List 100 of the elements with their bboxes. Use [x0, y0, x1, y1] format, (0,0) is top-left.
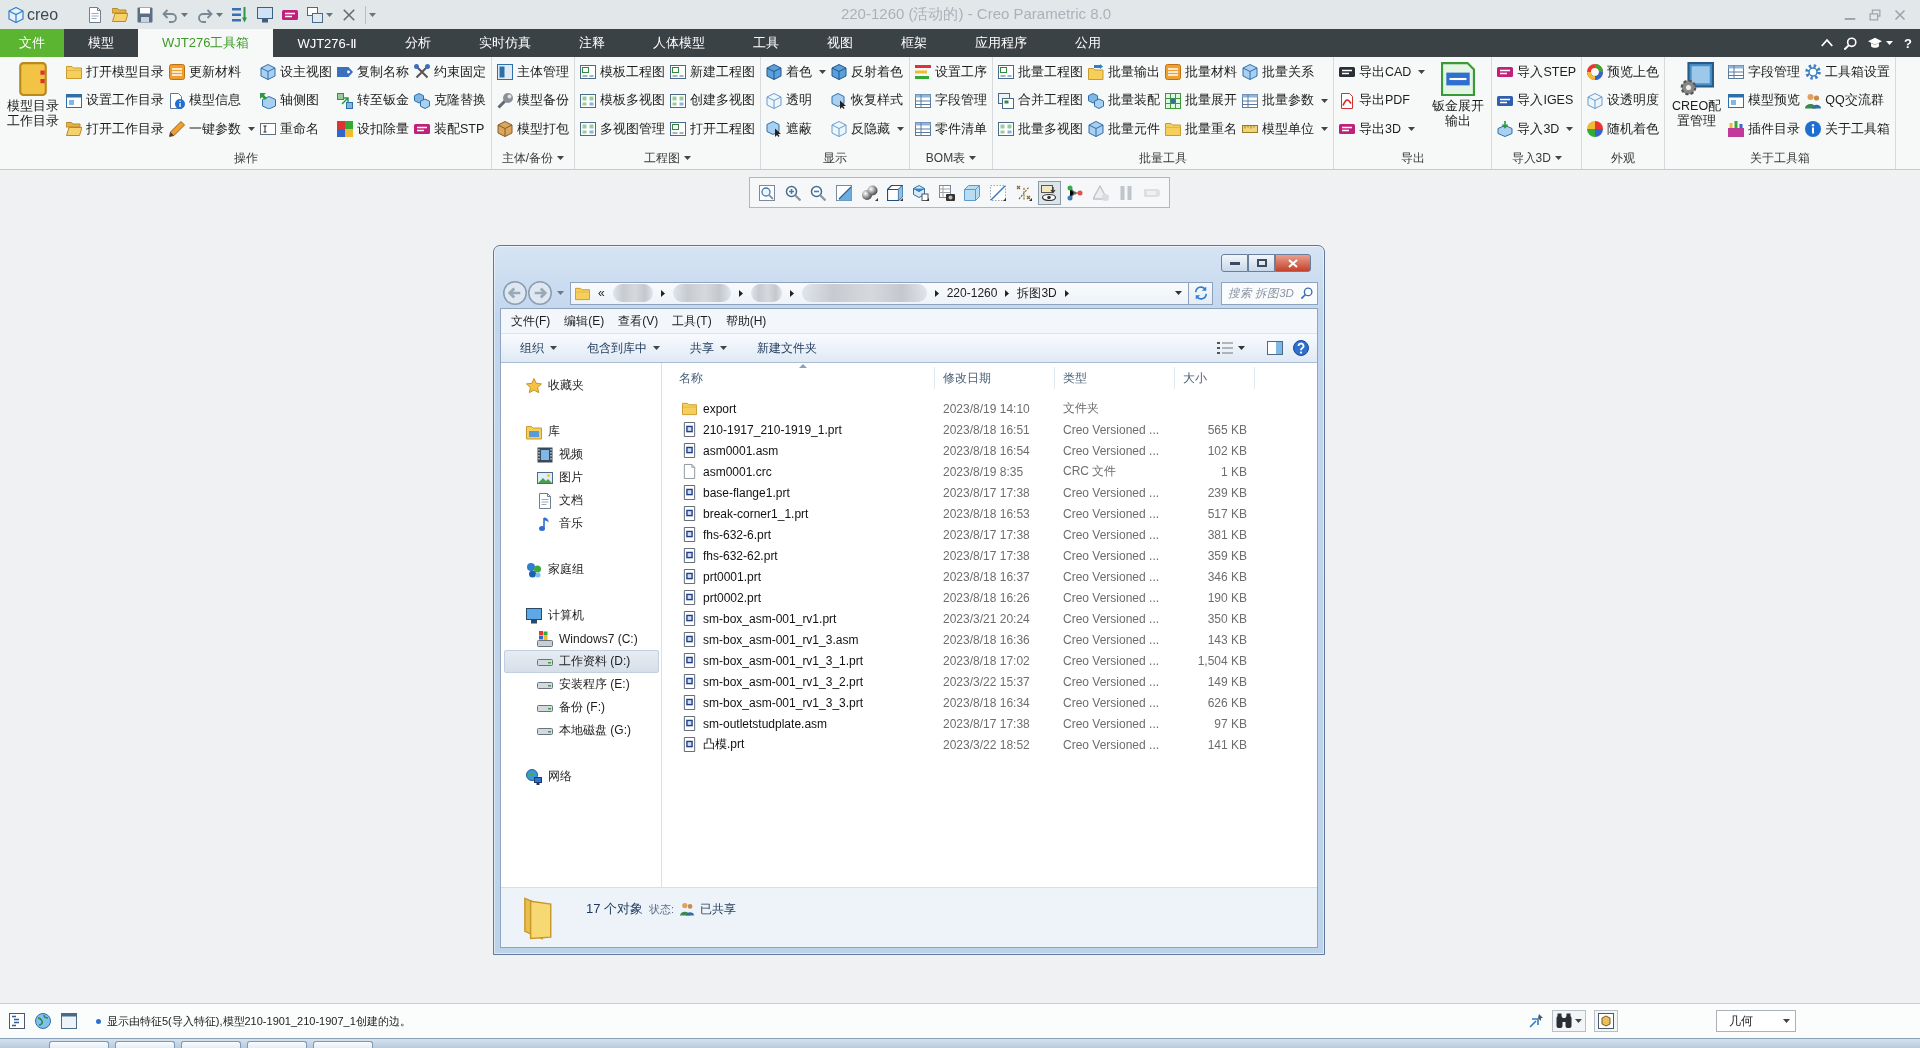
nav-item[interactable]: 家庭组 — [504, 558, 659, 581]
path-segment[interactable]: 220-1260 — [946, 286, 998, 300]
column-header[interactable]: 类型 — [1055, 367, 1175, 389]
ribbon-button[interactable]: 新建工程图 — [670, 60, 755, 84]
nav-item[interactable]: 图片 — [504, 466, 659, 489]
nav-item[interactable]: 收藏夹 — [504, 374, 659, 397]
ribbon-button[interactable]: 设置工序 — [915, 60, 987, 84]
ribbon-tab[interactable]: 框架 — [876, 29, 951, 57]
column-header[interactable]: 名称 — [671, 367, 935, 389]
ribbon-tab[interactable]: 模型 — [64, 29, 138, 57]
ribbon-button[interactable]: 遮蔽 — [766, 117, 826, 141]
ribbon-button[interactable]: 模型预览 — [1728, 88, 1801, 113]
ribbon-button[interactable]: 关于工具箱 — [1805, 117, 1891, 141]
taskbar-button[interactable] — [115, 1041, 175, 1048]
close-icon[interactable] — [342, 7, 357, 22]
ribbon-button[interactable]: 恢复样式 — [831, 88, 904, 113]
ribbon-button[interactable]: 随机着色 — [1587, 117, 1660, 141]
ribbon-button[interactable]: 批量输出 — [1088, 60, 1160, 84]
file-name[interactable]: export — [671, 401, 935, 416]
ribbon-button[interactable]: 克隆替换 — [414, 88, 486, 113]
menu-item[interactable]: 查看(V) — [611, 312, 666, 330]
model-tree-icon[interactable] — [9, 1013, 25, 1029]
ribbon-tab[interactable]: 实时仿真 — [454, 29, 555, 57]
taskbar-button[interactable] — [181, 1041, 241, 1048]
menu-item[interactable]: 文件(F) — [504, 312, 558, 330]
open-folder-icon[interactable] — [112, 6, 129, 23]
file-name[interactable]: sm-box_asm-001_rv1_3.asm — [671, 632, 935, 647]
ribbon-button[interactable]: 导出CAD — [1339, 60, 1426, 84]
minimize-button[interactable] — [1221, 254, 1248, 272]
toolbar-button[interactable]: 包含到库中 — [572, 336, 675, 360]
nav-item[interactable]: 视频 — [504, 443, 659, 466]
ribbon-button[interactable]: 字段管理 — [915, 88, 987, 113]
ribbon-button[interactable]: 着色 — [766, 60, 826, 84]
path-segment[interactable]: 拆图3D — [1017, 284, 1057, 302]
ribbon-button[interactable]: 多视图管理 — [580, 117, 665, 141]
maximize-button[interactable] — [1248, 254, 1275, 272]
ribbon-button[interactable]: 批量装配 — [1088, 88, 1160, 113]
ribbon-tab[interactable]: 视图 — [802, 29, 877, 57]
taskbar-button[interactable] — [247, 1041, 307, 1048]
file-name[interactable]: sm-box_asm-001_rv1_3_1.prt — [671, 653, 935, 668]
nav-item[interactable]: Windows7 (C:) — [504, 627, 659, 650]
chevron-icon[interactable] — [738, 289, 743, 297]
ribbon-button[interactable]: 模板多视图 — [580, 88, 665, 113]
graduation-cap-icon[interactable] — [1868, 36, 1883, 50]
refresh-button[interactable] — [1189, 281, 1213, 305]
group-label[interactable]: 主体/备份 — [497, 147, 569, 169]
ribbon-button[interactable]: 装配STP — [414, 117, 486, 141]
ribbon-button[interactable]: 一键参数 — [169, 117, 255, 141]
column-header[interactable]: 大小 — [1175, 367, 1255, 389]
toolbar-button[interactable]: 组织 — [505, 336, 572, 360]
ribbon-tab[interactable]: 应用程序 — [950, 29, 1051, 57]
nav-item[interactable]: 文档 — [504, 489, 659, 512]
two-windows-icon[interactable] — [307, 6, 324, 23]
ribbon-button[interactable]: 复制名称 — [337, 60, 409, 84]
file-name[interactable]: asm0001.asm — [671, 443, 935, 458]
monitor-icon[interactable] — [257, 6, 274, 23]
ribbon-button[interactable]: 导入3D — [1497, 117, 1577, 141]
document-icon[interactable] — [87, 6, 104, 23]
column-header[interactable]: 修改日期 — [935, 367, 1055, 389]
nav-item[interactable]: 网络 — [504, 765, 659, 788]
ribbon-tab[interactable]: 注释 — [554, 29, 629, 57]
ribbon-button[interactable]: 导出3D — [1339, 117, 1426, 141]
ribbon-tab[interactable]: WJT276工具箱 — [138, 29, 274, 57]
selection-filter-dropdown[interactable]: 几何 — [1716, 1010, 1796, 1032]
chevron-icon[interactable] — [1064, 289, 1069, 297]
file-name[interactable]: prt0001.prt — [671, 569, 935, 584]
group-label[interactable]: 工程图 — [580, 147, 755, 169]
file-name[interactable]: sm-box_asm-001_rv1.prt — [671, 611, 935, 626]
menu-item[interactable]: 工具(T) — [665, 312, 719, 330]
chevron-up-icon[interactable] — [1821, 37, 1834, 49]
ribbon-button[interactable]: 重命名 — [260, 117, 332, 141]
ribbon-button[interactable]: 反射着色 — [831, 60, 904, 84]
file-name[interactable]: prt0002.prt — [671, 590, 935, 605]
ribbon-button[interactable]: 模型备份 — [497, 88, 569, 113]
ribbon-tab[interactable]: 工具 — [728, 29, 803, 57]
toolbar-button[interactable]: 新建文件夹 — [742, 336, 832, 360]
ribbon-button[interactable]: 轴侧图 — [260, 88, 332, 113]
group-label[interactable]: 导入3D — [1497, 147, 1577, 169]
chevron-icon[interactable] — [1005, 289, 1010, 297]
ribbon-button[interactable]: 批量元件 — [1088, 117, 1160, 141]
ribbon-button[interactable]: 零件清单 — [915, 117, 987, 141]
nav-item[interactable]: 库 — [504, 420, 659, 443]
file-name[interactable]: sm-outletstudplate.asm — [671, 716, 935, 731]
ribbon-button[interactable]: 设主视图 — [260, 60, 332, 84]
search-icon[interactable] — [1844, 36, 1858, 50]
ribbon-button[interactable]: 预览上色 — [1587, 60, 1660, 84]
find-button[interactable] — [1552, 1010, 1586, 1032]
nav-item[interactable]: 本地磁盘 (G:) — [504, 719, 659, 742]
large-ribbon-button[interactable]: 钣金展开 输出 — [1430, 60, 1487, 147]
file-name[interactable]: fhs-632-6.prt — [671, 527, 935, 542]
ribbon-button[interactable]: 转至钣金 — [337, 88, 409, 113]
ribbon-button[interactable]: 字段管理 — [1728, 60, 1801, 84]
ribbon-button[interactable]: 导出PDF — [1339, 88, 1426, 113]
ribbon-tab[interactable]: 人体模型 — [628, 29, 729, 57]
toolbar-button[interactable] — [1037, 180, 1062, 205]
ribbon-button[interactable]: 打开工作目录 — [66, 117, 164, 141]
large-ribbon-button[interactable]: CREO配 置管理 — [1670, 60, 1724, 147]
ribbon-button[interactable]: 设扣除量 — [337, 117, 409, 141]
ribbon-button[interactable]: 模型打包 — [497, 117, 569, 141]
ribbon-tab[interactable]: 公用 — [1050, 29, 1125, 57]
